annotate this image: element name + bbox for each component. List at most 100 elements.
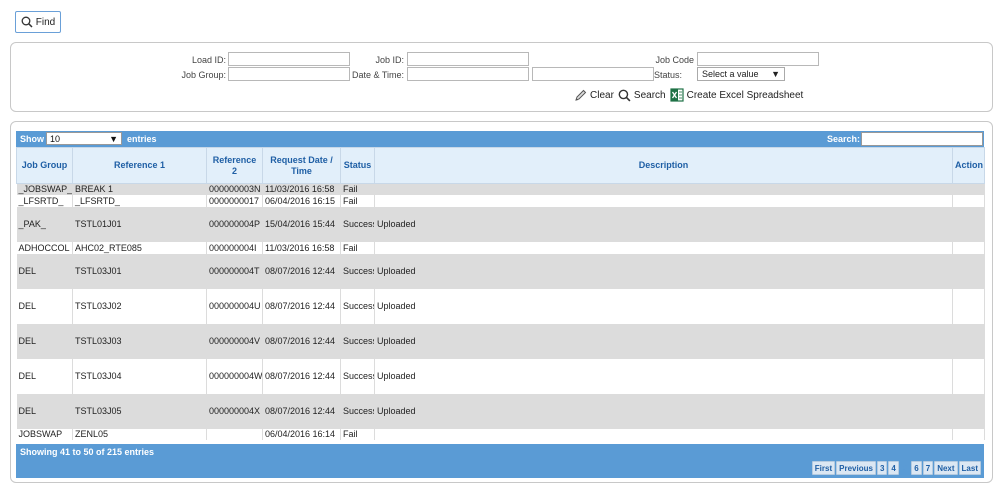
entries-label: entries <box>127 134 157 144</box>
col-header-job-group[interactable]: Job Group <box>16 147 73 184</box>
col-header-status[interactable]: Status <box>340 147 375 184</box>
status-select[interactable]: Select a value ▼ <box>697 67 785 81</box>
results-panel: Show 10 ▼ entries Search: Job Group Refe… <box>10 121 993 483</box>
cell-job-group: _JOBSWAP_ <box>16 183 73 195</box>
cell-status: Fail <box>340 183 375 195</box>
pager-first[interactable]: First <box>811 461 836 475</box>
clear-button[interactable]: Clear <box>574 89 614 102</box>
cell-job-group: DEL <box>16 358 73 394</box>
pencil-icon <box>575 89 587 101</box>
table-row[interactable]: JOBSWAP ZENL05 06/04/2016 16:14 Fail <box>16 428 985 440</box>
col-header-action[interactable]: Action <box>952 147 985 184</box>
col-header-reference-1[interactable]: Reference 1 <box>72 147 207 184</box>
cell-description: Uploaded <box>374 206 953 242</box>
cell-action[interactable] <box>952 206 985 242</box>
show-label: Show <box>20 134 44 144</box>
cell-reference-1: TSTL03J05 <box>72 393 207 429</box>
cell-description: Uploaded <box>374 393 953 429</box>
table-toolbar: Show 10 ▼ entries Search: <box>16 131 984 147</box>
search-filter-panel: Load ID: Job ID: Job Code Job Group: Dat… <box>10 42 993 112</box>
col-header-request-date-time[interactable]: Request Date / Time <box>262 147 341 184</box>
job-code-input[interactable] <box>697 52 819 66</box>
cell-action[interactable] <box>952 428 985 440</box>
pager-page-4[interactable]: 4 <box>888 461 899 475</box>
cell-reference-2: 000000004P <box>206 206 263 242</box>
cell-reference-2: 000000004V <box>206 323 263 359</box>
cell-reference-2: 000000004X <box>206 393 263 429</box>
search-label: Search <box>633 89 666 101</box>
pager-page-3[interactable]: 3 <box>876 461 888 475</box>
table-row[interactable]: DEL TSTL03J05 000000004X 08/07/2016 12:4… <box>16 393 985 429</box>
cell-description: Uploaded <box>374 253 953 289</box>
cell-action[interactable] <box>952 288 985 324</box>
search-actions: Clear Search Create Excel Spreadsheet <box>574 88 803 102</box>
cell-job-group: _LFSRTD_ <box>16 194 73 207</box>
table-row[interactable]: DEL TSTL03J03 000000004V 08/07/2016 12:4… <box>16 323 985 359</box>
cell-reference-1: BREAK 1 <box>72 183 207 195</box>
cell-action[interactable] <box>952 241 985 254</box>
cell-reference-1: TSTL03J03 <box>72 323 207 359</box>
cell-action[interactable] <box>952 194 985 207</box>
cell-description <box>374 194 953 207</box>
cell-reference-2: 000000004T <box>206 253 263 289</box>
job-group-label: Job Group: <box>181 70 226 80</box>
pager-page-5-current[interactable]: 5 <box>899 461 911 475</box>
load-id-input[interactable] <box>228 52 350 66</box>
cell-job-group: _PAK_ <box>16 206 73 242</box>
date-from-input[interactable] <box>407 67 529 81</box>
cell-description <box>374 241 953 254</box>
job-code-label: Job Code <box>655 55 694 65</box>
table-row[interactable]: _JOBSWAP_ BREAK 1 000000003N 11/03/2016 … <box>16 183 985 195</box>
pager-page-7[interactable]: 7 <box>922 461 934 475</box>
table-row[interactable]: DEL TSTL03J01 000000004T 08/07/2016 12:4… <box>16 253 985 289</box>
table-row[interactable]: _PAK_ TSTL01J01 000000004P 15/04/2016 15… <box>16 206 985 242</box>
page-length-value: 10 <box>50 133 61 144</box>
cell-reference-1: TSTL03J02 <box>72 288 207 324</box>
cell-reference-1: TSTL03J01 <box>72 253 207 289</box>
search-button[interactable]: Search <box>618 89 666 102</box>
cell-action[interactable] <box>952 323 985 359</box>
cell-status: Success <box>340 393 375 429</box>
cell-request-date: 11/03/2016 16:58 <box>262 241 341 254</box>
find-button[interactable]: Find <box>15 11 61 33</box>
date-to-input[interactable] <box>532 67 654 81</box>
cell-reference-2 <box>206 428 263 440</box>
cell-description <box>374 183 953 195</box>
cell-status: Fail <box>340 241 375 254</box>
cell-description: Uploaded <box>374 288 953 324</box>
pager-last[interactable]: Last <box>958 461 981 475</box>
pager-previous[interactable]: Previous <box>836 461 876 475</box>
table-info: Showing 41 to 50 of 215 entries <box>20 447 155 457</box>
cell-description: Uploaded <box>374 358 953 394</box>
table-footer: Showing 41 to 50 of 215 entries First Pr… <box>16 444 984 478</box>
results-table: Job Group Reference 1 Reference 2 Reques… <box>16 147 985 440</box>
table-row[interactable]: _LFSRTD_ _LFSRTD_ 0000000017 06/04/2016 … <box>16 194 985 207</box>
cell-reference-2: 000000004U <box>206 288 263 324</box>
job-id-label: Job ID: <box>375 55 404 65</box>
job-group-input[interactable] <box>228 67 350 81</box>
excel-export-button[interactable]: Create Excel Spreadsheet <box>669 88 803 102</box>
pager-next[interactable]: Next <box>934 461 958 475</box>
cell-reference-1: AHC02_RTE085 <box>72 241 207 254</box>
cell-status: Success <box>340 358 375 394</box>
table-row[interactable]: ADHOCCOL AHC02_RTE085 000000004I 11/03/2… <box>16 241 985 254</box>
cell-request-date: 08/07/2016 12:44 <box>262 253 341 289</box>
cell-action[interactable] <box>952 253 985 289</box>
cell-reference-2: 000000004W <box>206 358 263 394</box>
page-length-select[interactable]: 10 ▼ <box>46 132 122 145</box>
cell-action[interactable] <box>952 393 985 429</box>
table-row[interactable]: DEL TSTL03J02 000000004U 08/07/2016 12:4… <box>16 288 985 324</box>
cell-status: Success <box>340 206 375 242</box>
status-select-value: Select a value <box>702 69 759 79</box>
cell-action[interactable] <box>952 358 985 394</box>
find-button-label: Find <box>35 16 56 28</box>
cell-reference-2: 0000000017 <box>206 194 263 207</box>
job-id-input[interactable] <box>407 52 529 66</box>
col-header-description[interactable]: Description <box>374 147 953 184</box>
table-search-input[interactable] <box>861 132 983 146</box>
pager-page-6[interactable]: 6 <box>911 461 922 475</box>
table-header-row: Job Group Reference 1 Reference 2 Reques… <box>16 147 985 184</box>
col-header-reference-2[interactable]: Reference 2 <box>206 147 263 184</box>
table-row[interactable]: DEL TSTL03J04 000000004W 08/07/2016 12:4… <box>16 358 985 394</box>
cell-action[interactable] <box>952 183 985 195</box>
